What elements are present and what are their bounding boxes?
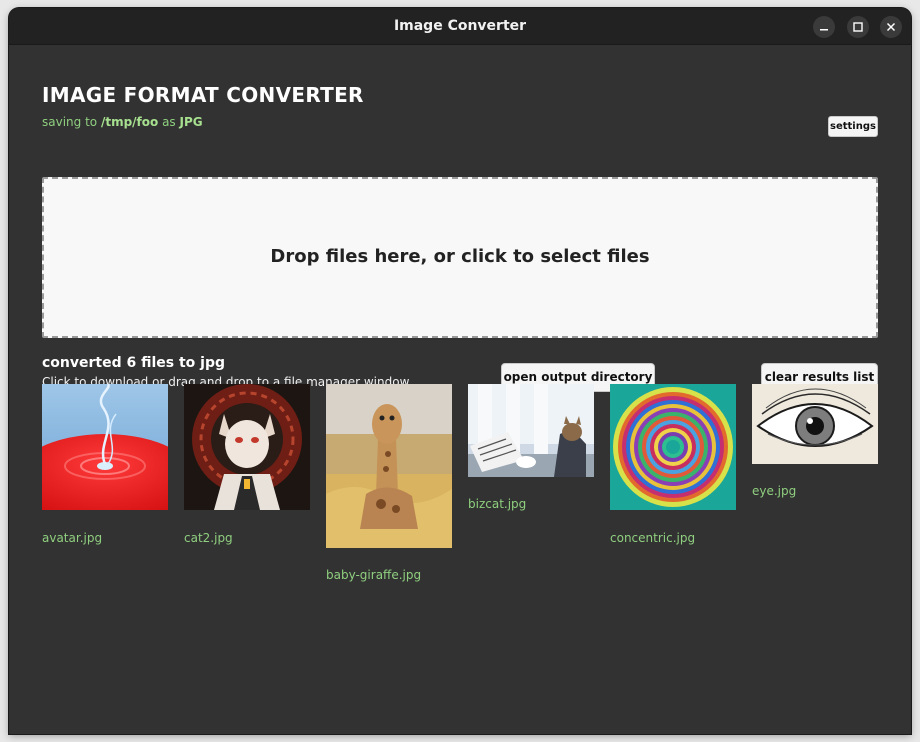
result-thumbnail-baby-giraffe[interactable]: baby-giraffe.jpg <box>326 384 452 582</box>
output-format: JPG <box>179 115 203 129</box>
bizcat-image <box>468 384 594 477</box>
close-icon <box>886 22 896 32</box>
window-title: Image Converter <box>393 18 527 34</box>
file-name[interactable]: eye.jpg <box>752 484 796 498</box>
baby-giraffe-image <box>326 384 452 548</box>
file-name[interactable]: cat2.jpg <box>184 531 233 545</box>
subtitle-mid: as <box>158 115 180 129</box>
concentric-image <box>610 384 736 510</box>
minimize-button[interactable] <box>813 16 835 38</box>
settings-button[interactable]: settings <box>828 116 878 137</box>
conversion-status: converted 6 files to jpg <box>42 355 226 371</box>
eye-image <box>752 384 878 464</box>
minimize-icon <box>820 29 828 31</box>
result-thumbnail-avatar[interactable]: avatar.jpg <box>42 384 168 545</box>
save-location-text: saving to /tmp/foo as JPG <box>42 115 203 129</box>
result-thumbnail-bizcat[interactable]: bizcat.jpg <box>468 384 594 511</box>
close-button[interactable] <box>880 16 902 38</box>
cat2-image <box>184 384 310 510</box>
maximize-button[interactable] <box>847 16 869 38</box>
maximize-icon <box>853 22 863 32</box>
subtitle-prefix: saving to <box>42 115 101 129</box>
result-thumbnail-concentric[interactable]: concentric.jpg <box>610 384 736 545</box>
title-bar[interactable]: Image Converter <box>9 8 911 45</box>
file-name[interactable]: bizcat.jpg <box>468 497 526 511</box>
result-thumbnail-cat2[interactable]: cat2.jpg <box>184 384 310 545</box>
file-name[interactable]: avatar.jpg <box>42 531 102 545</box>
file-name[interactable]: baby-giraffe.jpg <box>326 568 421 582</box>
file-dropzone[interactable]: Drop files here, or click to select file… <box>42 177 878 338</box>
file-name[interactable]: concentric.jpg <box>610 531 695 545</box>
main-content: IMAGE FORMAT CONVERTER saving to /tmp/fo… <box>9 45 911 734</box>
app-window: Image Converter IMAGE FORMAT CONVERTER s… <box>9 8 911 734</box>
avatar-image <box>42 384 168 510</box>
output-path: /tmp/foo <box>100 115 159 129</box>
result-thumbnail-eye[interactable]: eye.jpg <box>752 384 878 498</box>
page-title: IMAGE FORMAT CONVERTER <box>42 83 364 107</box>
dropzone-label: Drop files here, or click to select file… <box>270 246 650 267</box>
